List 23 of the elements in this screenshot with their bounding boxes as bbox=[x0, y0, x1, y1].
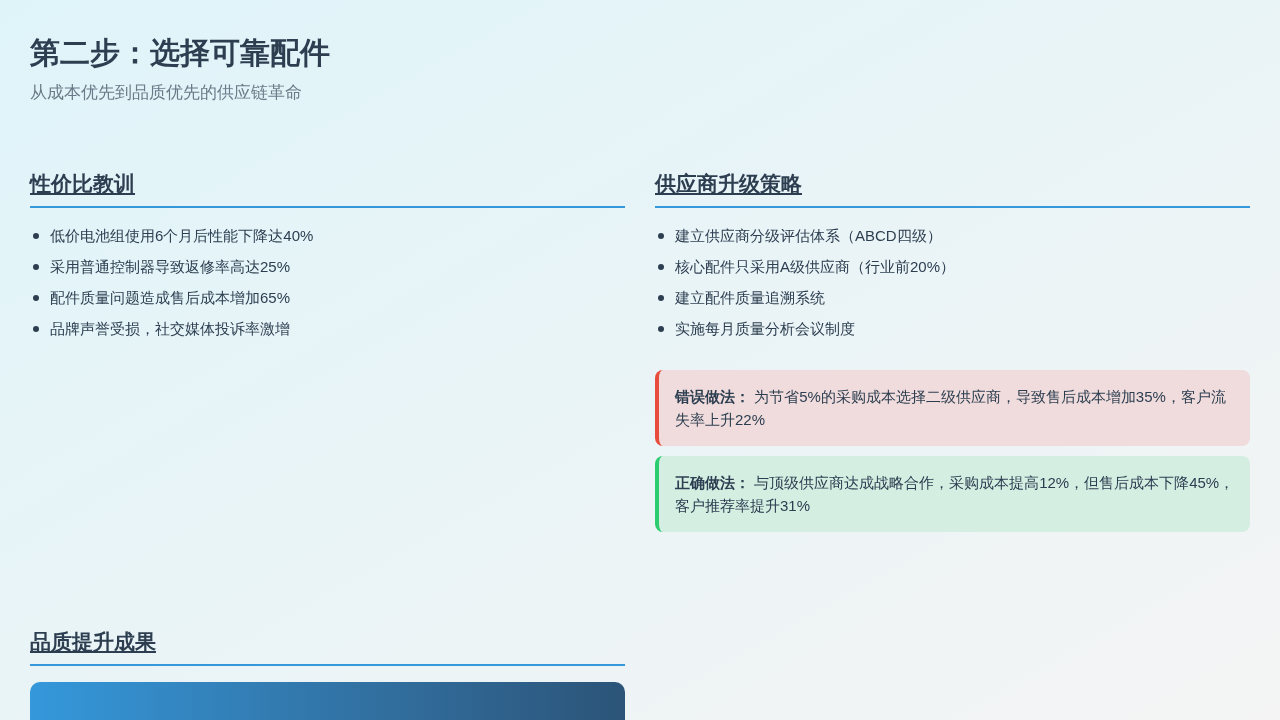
page-subtitle: 从成本优先到品质优先的供应链革命 bbox=[30, 82, 303, 104]
list-item: 建立配件质量追溯系统 bbox=[675, 287, 825, 308]
list-item: 配件质量问题造成售后成本增加65% bbox=[50, 287, 291, 308]
section-heading: 供应商升级策略 bbox=[655, 170, 802, 197]
list-item: 建立供应商分级评估体系（ABCD四级） bbox=[675, 225, 942, 246]
bullet-icon bbox=[658, 263, 664, 270]
bullet-icon bbox=[33, 294, 39, 301]
list-item: 实施每月质量分析会议制度 bbox=[675, 318, 855, 339]
bullet-icon bbox=[33, 232, 39, 239]
bullet-icon bbox=[33, 325, 39, 332]
bullet-icon bbox=[658, 294, 664, 301]
callout-box: 错误做法： 为节省5%的采购成本选择二级供应商，导致售后成本增加35%，客户流失率上升22% bbox=[655, 369, 1250, 446]
list-item: 低价电池组使用6个月后性能下降达40% bbox=[50, 225, 314, 246]
bullet-icon bbox=[658, 325, 664, 332]
list-item: 采用普通控制器导致返修率高达25% bbox=[50, 256, 291, 277]
page-title: 第二步：选择可靠配件 bbox=[30, 35, 331, 71]
list-item: 品牌声誉受损，社交媒体投诉率激增 bbox=[50, 318, 290, 339]
list-item: 核心配件只采用A级供应商（行业前20%） bbox=[675, 256, 956, 277]
callout-box: 正确做法： 与顶级供应商达成战略合作，采购成本提高12%，但售后成本下降45%，客户推荐率提升31% bbox=[655, 455, 1250, 532]
bullet-icon bbox=[658, 232, 664, 239]
bullet-icon bbox=[33, 263, 39, 270]
section-heading: 性价比教训 bbox=[30, 170, 135, 197]
section-heading: 品质提升成果 bbox=[30, 628, 156, 655]
